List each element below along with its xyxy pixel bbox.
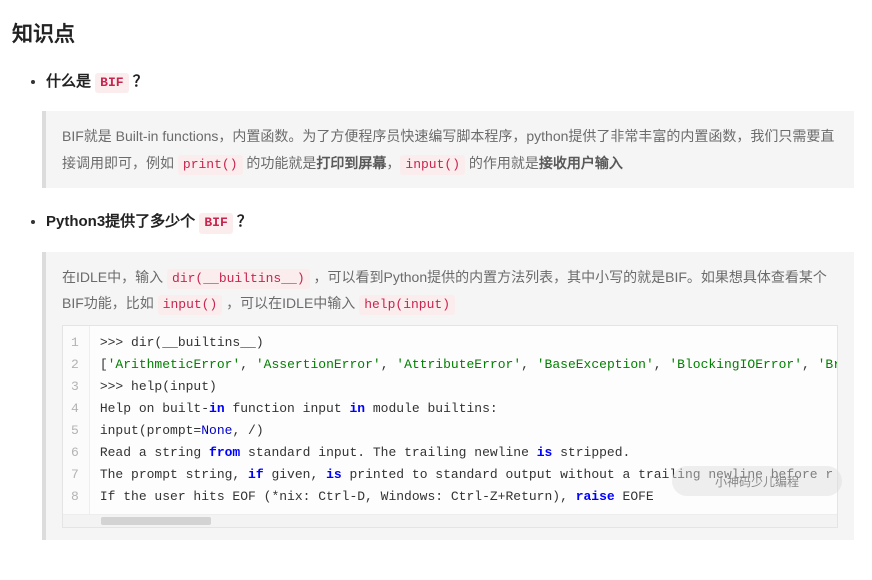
quote-strong: 打印到屏幕 (316, 155, 386, 171)
line-number: 2 (71, 354, 79, 376)
line-number: 1 (71, 332, 79, 354)
code-line: input(prompt=None, /) (100, 420, 837, 442)
code-line: If the user hits EOF (*nix: Ctrl-D, Wind… (100, 486, 837, 508)
inline-code: input() (158, 295, 223, 315)
line-number: 6 (71, 442, 79, 464)
item-title: Python3提供了多少个 BIF ？ (46, 210, 854, 233)
code-line: The prompt string, if given, is printed … (100, 464, 837, 486)
inline-code: BIF (199, 213, 232, 233)
page-title: 知识点 (12, 18, 854, 48)
quote-block: 在IDLE中，输入 dir(__builtins__) ，可以看到Python提… (42, 252, 854, 540)
code-block: 1 2 3 4 5 6 7 8 >>> dir(__builtins__) ['… (62, 325, 838, 528)
code-line: Help on built-in function input in modul… (100, 398, 837, 420)
quote-text: ，可以在IDLE中输入 (222, 295, 359, 311)
list-item: 什么是 BIF ？ BIF就是 Built-in functions，内置函数。… (46, 70, 854, 188)
horizontal-scrollbar[interactable] (63, 514, 837, 527)
title-text: Python3提供了多少个 (46, 213, 199, 230)
code-line: >>> dir(__builtins__) (100, 332, 837, 354)
quote-strong: 接收用户输入 (539, 155, 623, 171)
line-number: 3 (71, 376, 79, 398)
line-gutter: 1 2 3 4 5 6 7 8 (63, 326, 90, 514)
line-number: 8 (71, 486, 79, 508)
inline-code: help(input) (359, 295, 455, 315)
inline-code: print() (178, 155, 243, 175)
quote-block: BIF就是 Built-in functions，内置函数。为了方便程序员快速编… (42, 111, 854, 188)
quote-text: 的功能就是 (243, 155, 317, 171)
code-line: Read a string from standard input. The t… (100, 442, 837, 464)
item-title: 什么是 BIF ？ (46, 70, 854, 93)
line-number: 5 (71, 420, 79, 442)
title-text: ？ (129, 73, 148, 90)
line-number: 7 (71, 464, 79, 486)
quote-text: 在IDLE中，输入 (62, 269, 167, 285)
code-line: ['ArithmeticError', 'AssertionError', 'A… (100, 354, 837, 376)
inline-code: BIF (95, 73, 128, 93)
scrollbar-thumb[interactable] (101, 517, 211, 525)
title-text: ？ (233, 213, 252, 230)
quote-text: 的作用就是 (465, 155, 539, 171)
code-line: >>> help(input) (100, 376, 837, 398)
quote-text: ， (386, 155, 400, 171)
knowledge-list: 什么是 BIF ？ BIF就是 Built-in functions，内置函数。… (12, 70, 854, 540)
list-item: Python3提供了多少个 BIF ？ 在IDLE中，输入 dir(__buil… (46, 210, 854, 539)
title-text: 什么是 (46, 73, 95, 90)
inline-code: dir(__builtins__) (167, 269, 310, 289)
code-lines[interactable]: >>> dir(__builtins__) ['ArithmeticError'… (90, 326, 837, 514)
line-number: 4 (71, 398, 79, 420)
inline-code: input() (400, 155, 465, 175)
